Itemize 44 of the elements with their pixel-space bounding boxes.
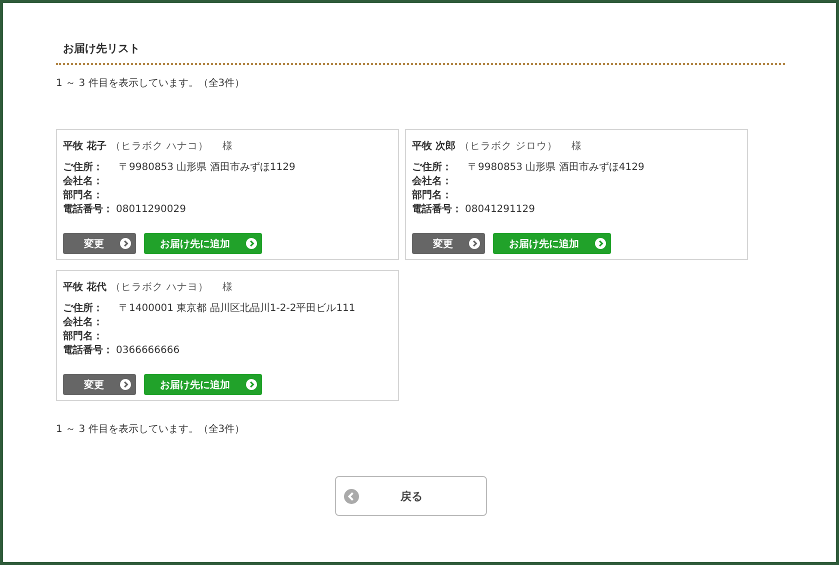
edit-button[interactable]: 変更 xyxy=(63,233,136,254)
recipient-name: 平牧 花子 xyxy=(63,140,106,153)
honorific: 様 xyxy=(222,280,233,294)
result-count: 1 ～ 3 件目を表示しています。（全3件） xyxy=(56,424,246,436)
chevron-right-icon xyxy=(246,238,257,249)
field-label: 会社名： xyxy=(63,316,103,330)
field-label: ご住所： xyxy=(63,302,103,316)
field-label: 会社名： xyxy=(63,175,103,189)
add-destination-button[interactable]: お届け先に追加 xyxy=(144,233,262,254)
honorific: 様 xyxy=(572,140,582,153)
field-label: 部門名： xyxy=(412,189,452,203)
field-value: 0366666666 xyxy=(116,344,180,358)
recipient-name: 平牧 次郎 xyxy=(412,139,456,153)
page-title: お届け先リスト xyxy=(63,41,141,57)
recipient-name: 平牧 花代 xyxy=(63,280,106,294)
field-value: 〒1400001 東京都 品川区北品川1-2-2平田ビル111 xyxy=(119,302,356,316)
field-label: 部門名： xyxy=(63,189,103,203)
back-button[interactable]: 戻る xyxy=(335,476,487,516)
add-destination-button[interactable]: お届け先に追加 xyxy=(144,374,262,395)
field-value: 08041291129 xyxy=(465,203,535,217)
chevron-left-icon xyxy=(344,488,359,504)
chevron-right-icon xyxy=(120,379,131,390)
edit-button[interactable]: 変更 xyxy=(412,233,485,254)
field-value: 〒9980853 山形県 酒田市みずほ4129 xyxy=(468,161,644,175)
field-label: 会社名： xyxy=(412,175,452,189)
chevron-right-icon xyxy=(120,238,131,249)
chevron-right-icon xyxy=(246,379,257,390)
result-count: 1 ～ 3 件目を表示しています。（全3件） xyxy=(56,78,246,90)
recipient-kana: （ヒラボク ハナコ） xyxy=(110,140,209,153)
field-label: 電話番号： xyxy=(412,203,462,217)
recipient-kana: （ヒラボク ジロウ） xyxy=(459,140,558,153)
chevron-right-icon xyxy=(595,238,606,249)
field-value: 08011290029 xyxy=(116,203,186,217)
field-label: ご住所： xyxy=(63,161,103,175)
field-value: 〒9980853 山形県 酒田市みずほ1129 xyxy=(119,161,296,175)
add-destination-button[interactable]: お届け先に追加 xyxy=(493,233,611,254)
field-label: 電話番号： xyxy=(63,203,113,217)
field-label: ご住所： xyxy=(412,161,452,175)
honorific: 様 xyxy=(222,140,233,153)
field-label: 電話番号： xyxy=(63,344,113,358)
chevron-right-icon xyxy=(469,238,480,249)
field-label: 部門名： xyxy=(63,330,103,344)
recipient-kana: （ヒラボク ハナヨ） xyxy=(110,281,209,294)
edit-button[interactable]: 変更 xyxy=(63,374,136,395)
